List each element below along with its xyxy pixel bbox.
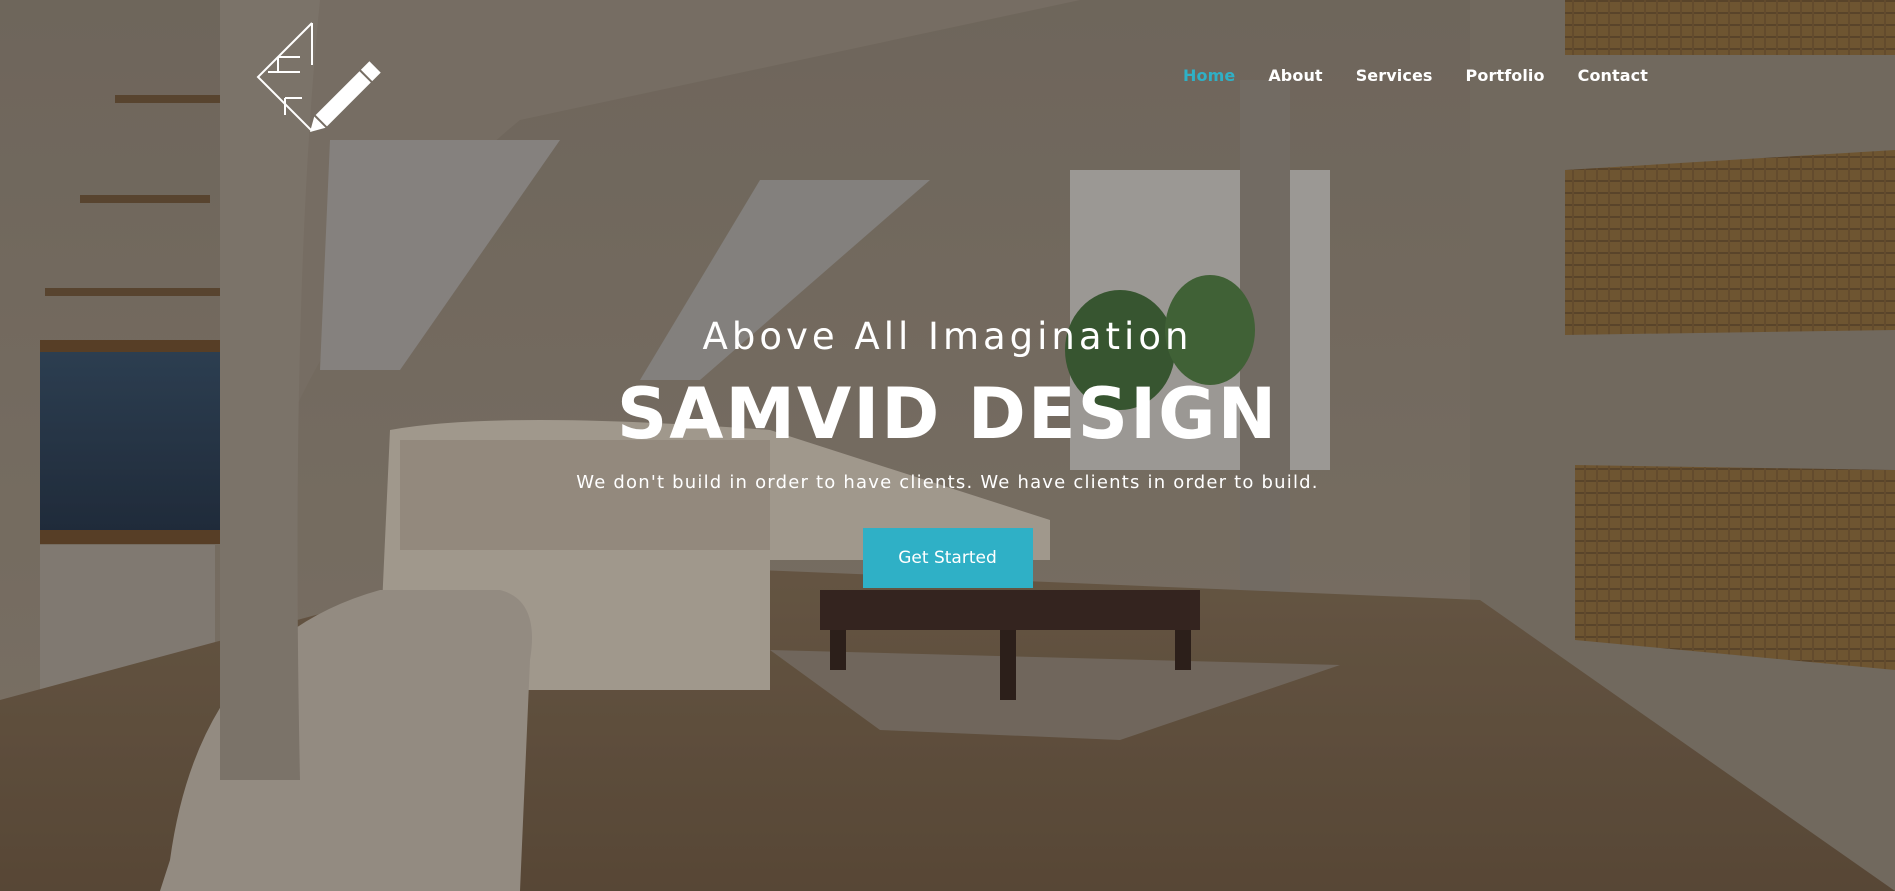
nav-services[interactable]: Services bbox=[1356, 66, 1433, 85]
main-nav: Home About Services Portfolio Contact bbox=[1183, 66, 1681, 85]
hero-subtitle: We don't build in order to have clients.… bbox=[576, 472, 1319, 493]
hero-tagline: Above All Imagination bbox=[702, 315, 1193, 358]
nav-portfolio[interactable]: Portfolio bbox=[1466, 66, 1545, 85]
hero-content: Above All Imagination SAMVID DESIGN We d… bbox=[0, 312, 1895, 588]
hero-title: SAMVID DESIGN bbox=[616, 373, 1279, 455]
pencil-ruler-logo-icon[interactable] bbox=[250, 20, 385, 140]
nav-home[interactable]: Home bbox=[1183, 66, 1235, 85]
hero-section: Home About Services Portfolio Contact Ab… bbox=[0, 0, 1895, 891]
nav-about[interactable]: About bbox=[1268, 66, 1322, 85]
get-started-button[interactable]: Get Started bbox=[862, 528, 1033, 588]
nav-contact[interactable]: Contact bbox=[1578, 66, 1648, 85]
